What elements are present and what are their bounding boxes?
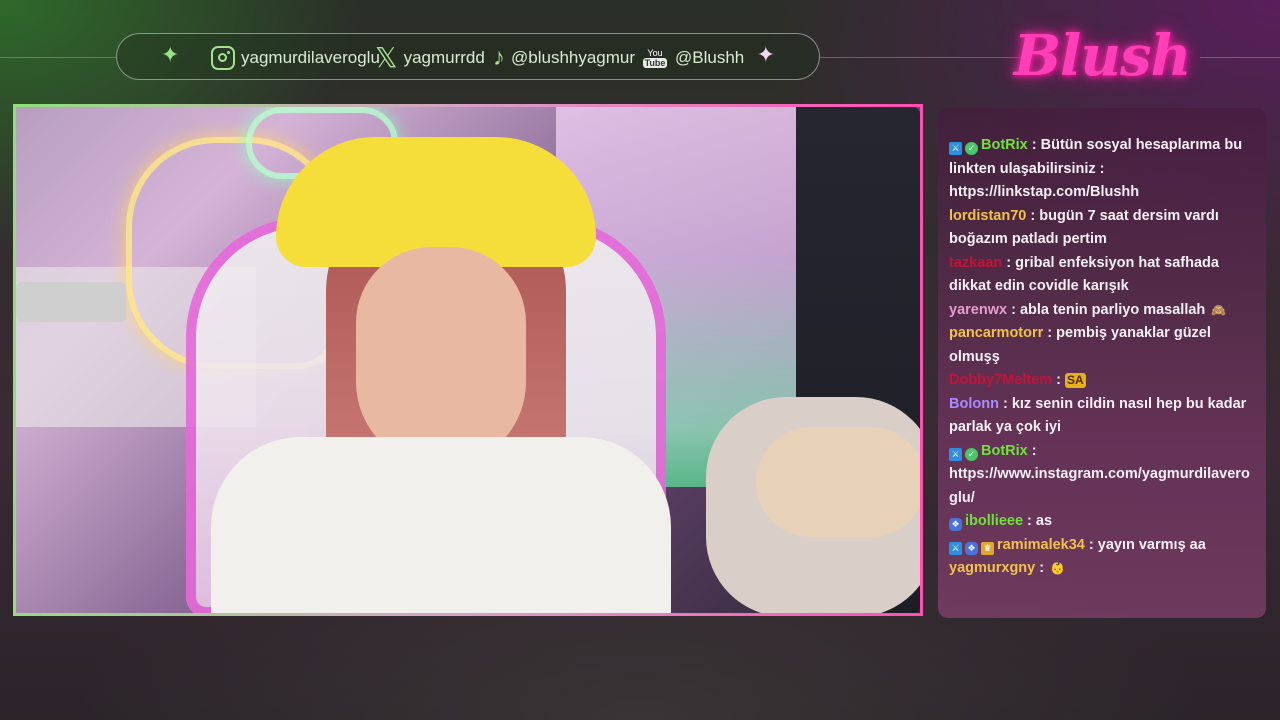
chat-message: ⚔ ✓ BotRix : https://www.instagram.com/yag…	[949, 440, 1254, 511]
chat-username[interactable]: lordistan70	[949, 208, 1026, 224]
chat-username[interactable]: BotRix	[981, 443, 1028, 459]
sub-badge-icon: ❖	[949, 518, 962, 531]
chat-separator: :	[1023, 513, 1036, 529]
instagram-icon	[211, 46, 235, 70]
sparkle-icon: ✦	[161, 43, 180, 68]
chat-username[interactable]: ibollieee	[965, 513, 1023, 529]
chat-message: Dobby7Meltem : SA	[949, 369, 1254, 393]
top-divider-right	[1200, 57, 1280, 58]
chat-text: abla tenin parliyo masallah	[1019, 301, 1206, 318]
youtube-icon: You Tube	[641, 45, 669, 71]
video-scene-mic-arm	[16, 282, 126, 322]
mod-badge-icon: ⚔	[949, 447, 962, 461]
video-scene-streamer-shirt	[211, 437, 671, 613]
chat-separator: :	[1052, 372, 1066, 388]
twitter-link[interactable]: 𝕏 yagmurrdd	[375, 41, 485, 74]
social-links-bar: ✦ yagmurdilaveroglu 𝕏 yagmurrdd ♪ @blush…	[116, 33, 820, 80]
chat-separator: :	[1084, 536, 1098, 553]
chat-panel: ⚔ ✓ BotRix : Bütün sosyal hesaplarıma bu l…	[938, 108, 1266, 618]
chat-username[interactable]: Dobby7Meltem	[949, 372, 1052, 388]
webcam-video[interactable]	[13, 104, 923, 616]
chat-message: ⚔ ✓ BotRix : Bütün sosyal hesaplarıma bu l…	[949, 134, 1254, 205]
sub-badge-icon: ❖	[965, 541, 978, 555]
chat-separator: :	[1027, 137, 1041, 153]
chat-username[interactable]: yarenwx	[949, 302, 1007, 318]
chat-username[interactable]: ramimalek34	[997, 537, 1085, 553]
chat-message: ⚔ ❖ ♛ ramimalek34 : yayın varmış aa	[949, 534, 1254, 558]
chat-message: yagmurxgny : 👶	[949, 557, 1254, 581]
chat-username[interactable]: Bolonn	[949, 396, 999, 412]
chat-separator: :	[1007, 301, 1020, 318]
blush-logo: Blush	[1013, 23, 1192, 89]
sparkle-icon: ✦	[756, 43, 775, 68]
chat-message: tazkaan : gribal enfeksiyon hat safhada …	[949, 252, 1254, 299]
instagram-link[interactable]: yagmurdilaveroglu	[211, 45, 380, 71]
youtube-handle: @Blushh	[675, 48, 745, 67]
chat-separator: :	[1035, 560, 1049, 576]
chat-message: yarenwx : abla tenin parliyo masallah 🙈	[949, 299, 1254, 323]
youtube-icon-word-you: You	[647, 48, 663, 58]
chat-message: ❖ ibollieee : as	[949, 510, 1254, 534]
chat-text: yayın varmış aa	[1097, 536, 1206, 553]
instagram-handle: yagmurdilaveroglu	[241, 48, 380, 67]
mod-badge-icon: ⚔	[949, 541, 962, 555]
chat-separator: :	[998, 395, 1012, 412]
vip-badge-icon: ♛	[981, 541, 994, 555]
chat-emote: SA	[1065, 373, 1086, 388]
verified-badge-icon: ✓	[965, 447, 978, 461]
top-divider-middle	[820, 57, 1020, 58]
chat-text: https://www.instagram.com/yagmurdilavero…	[949, 466, 1250, 506]
tiktok-link[interactable]: ♪ @blushhyagmur	[493, 45, 635, 71]
chat-message: lordistan70 : bugün 7 saat dersim vardı …	[949, 205, 1254, 252]
chat-separator: :	[1002, 254, 1016, 271]
chat-username[interactable]: BotRix	[981, 137, 1028, 153]
chat-username[interactable]: yagmurxgny	[949, 560, 1035, 576]
chat-message: pancarmotorr : pembiş yanaklar güzel olm…	[949, 322, 1254, 369]
chat-emote: 👶	[1050, 561, 1066, 575]
verified-badge-icon: ✓	[965, 142, 978, 155]
x-twitter-icon: 𝕏	[375, 41, 398, 74]
chat-separator: :	[1026, 207, 1040, 224]
youtube-link[interactable]: You Tube @Blushh	[641, 45, 744, 71]
tiktok-icon: ♪	[493, 44, 505, 71]
tiktok-handle: @blushhyagmur	[511, 48, 636, 67]
twitter-handle: yagmurrdd	[403, 48, 485, 67]
mod-badge-icon: ⚔	[949, 142, 962, 155]
chat-username[interactable]: tazkaan	[949, 255, 1002, 271]
chat-username[interactable]: pancarmotorr	[949, 325, 1043, 341]
top-divider-left	[0, 57, 116, 58]
chat-message: Bolonn : kız senin cildin nasıl hep bu k…	[949, 393, 1254, 440]
chat-emote: 🙈	[1211, 302, 1227, 317]
chat-separator: :	[1027, 442, 1037, 459]
video-scene-cat	[756, 427, 920, 537]
chat-separator: :	[1043, 325, 1057, 341]
video-scene-streamer-face	[356, 247, 526, 467]
chat-text: as	[1035, 513, 1053, 529]
youtube-icon-word-tube: Tube	[642, 58, 668, 68]
